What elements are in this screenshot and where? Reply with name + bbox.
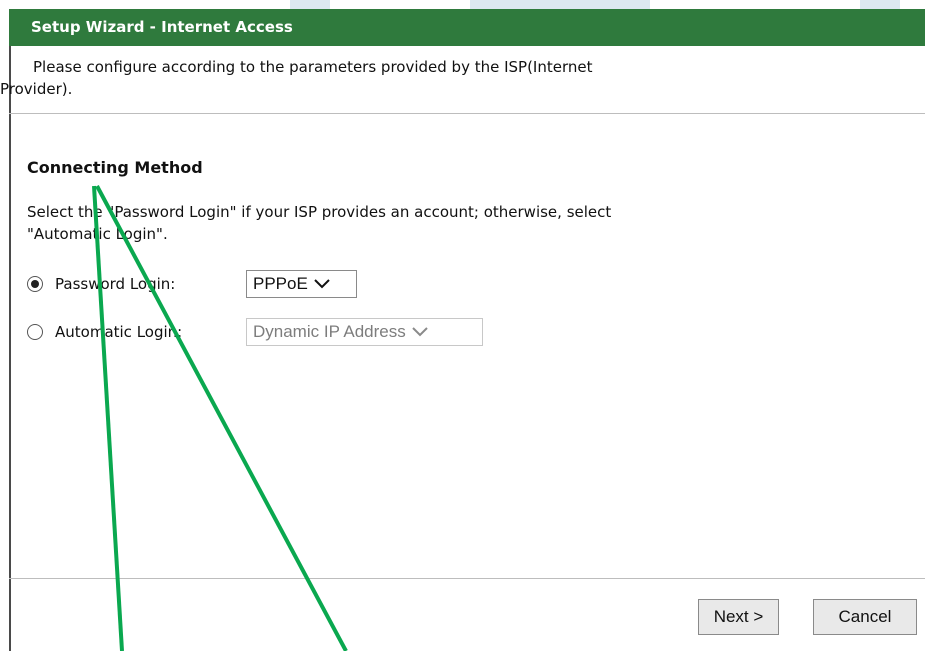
automatic-login-label[interactable]: Automatic Login: <box>55 323 182 341</box>
password-login-row: Password Login: <box>27 275 175 293</box>
intro-line-1: Please configure according to the parame… <box>33 58 593 76</box>
chevron-down-icon <box>412 322 428 342</box>
chevron-down-icon <box>314 274 330 294</box>
connecting-method-description: Select the "Password Login" if your ISP … <box>27 201 887 245</box>
cancel-button[interactable]: Cancel <box>813 599 917 635</box>
divider-top <box>9 113 925 114</box>
password-login-select-value: PPPoE <box>253 274 308 293</box>
description-line-1: Select the "Password Login" if your ISP … <box>27 203 612 221</box>
automatic-login-radio[interactable] <box>27 324 43 340</box>
automatic-login-select: Dynamic IP Address <box>246 318 483 346</box>
intro-text: Please configure according to the parame… <box>0 56 909 100</box>
description-line-2: "Automatic Login". <box>27 225 168 243</box>
intro-line-2: Provider). <box>0 80 73 98</box>
password-login-label[interactable]: Password Login: <box>55 275 175 293</box>
divider-bottom <box>9 578 925 579</box>
automatic-login-row: Automatic Login: <box>27 323 182 341</box>
password-login-select[interactable]: PPPoE <box>246 270 357 298</box>
section-title: Connecting Method <box>27 158 203 177</box>
next-button[interactable]: Next > <box>698 599 779 635</box>
wizard-content: Setup Wizard - Internet Access Please co… <box>0 0 927 651</box>
wizard-title: Setup Wizard - Internet Access <box>9 9 925 46</box>
password-login-radio[interactable] <box>27 276 43 292</box>
automatic-login-select-value: Dynamic IP Address <box>253 322 406 341</box>
